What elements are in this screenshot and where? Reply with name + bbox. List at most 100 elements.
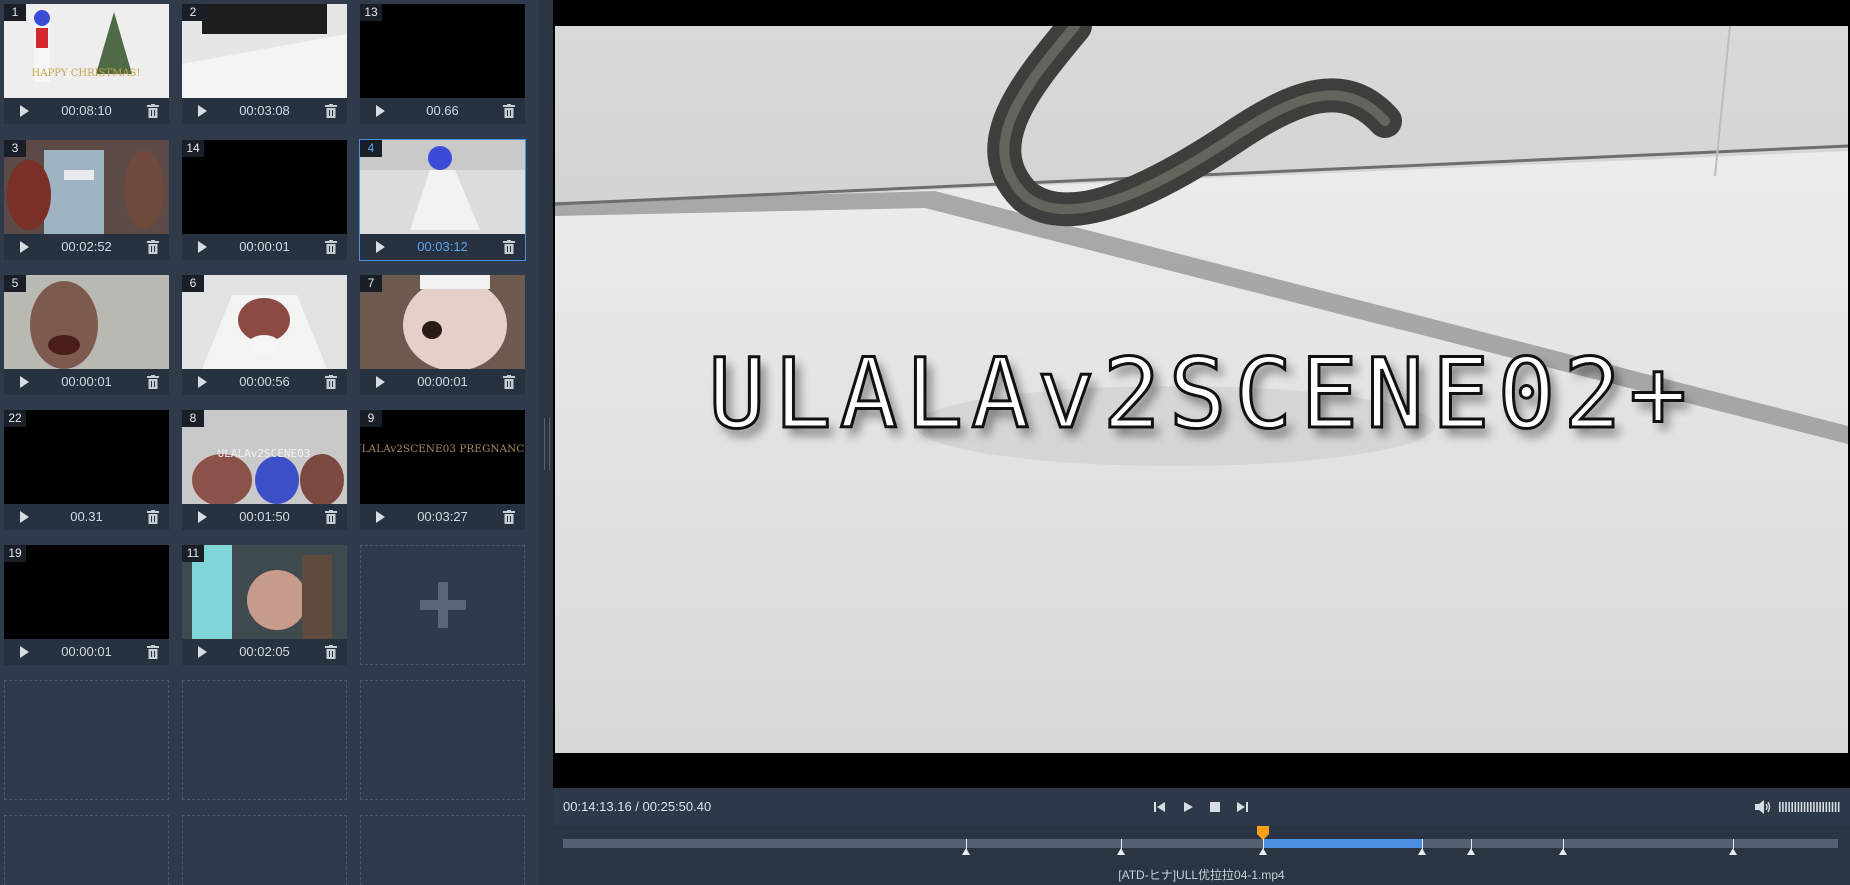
clip-number: 13 — [360, 4, 382, 21]
clip-card[interactable]: 7 00:00:01 — [360, 275, 525, 395]
trash-icon[interactable] — [147, 375, 159, 389]
volume-slider[interactable] — [1779, 802, 1841, 812]
clip-number: 1 — [4, 4, 26, 21]
clip-thumbnail[interactable]: ULALAv2SCENE03 — [182, 410, 347, 504]
trash-icon[interactable] — [503, 510, 515, 524]
clip-card[interactable]: 14 00:00:01 — [182, 140, 347, 260]
clip-thumbnail[interactable]: HAPPY CHRISTMAS! — [4, 4, 169, 98]
clip-card-selected[interactable]: 4 00:03:12 — [359, 139, 526, 261]
timeline-track[interactable] — [563, 839, 1838, 848]
timeline-marker[interactable] — [1117, 848, 1126, 855]
play-icon[interactable] — [198, 646, 207, 658]
clip-thumbnail[interactable] — [182, 545, 347, 639]
play-icon[interactable] — [1180, 799, 1196, 815]
clip-number: 4 — [360, 140, 382, 157]
clip-thumbnail[interactable] — [182, 140, 347, 234]
play-icon[interactable] — [20, 646, 29, 658]
trash-icon[interactable] — [325, 510, 337, 524]
clip-thumbnail[interactable] — [4, 275, 169, 369]
trash-icon[interactable] — [147, 240, 159, 254]
trash-icon[interactable] — [325, 240, 337, 254]
trash-icon[interactable] — [503, 104, 515, 118]
timeline-marker[interactable] — [1729, 848, 1738, 855]
clip-thumbnail[interactable] — [360, 275, 525, 369]
video-player[interactable]: ULALAv2SCENE02+ — [553, 0, 1850, 788]
play-icon[interactable] — [20, 241, 29, 253]
timeline-marker[interactable] — [1558, 848, 1567, 855]
panel-splitter[interactable] — [539, 0, 553, 885]
clip-thumbnail[interactable] — [4, 410, 169, 504]
clip-duration: 00:03:27 — [417, 509, 468, 524]
clip-duration: 00:02:52 — [61, 239, 112, 254]
clip-card[interactable]: ULALAv2SCENE03 8 00:01:50 — [182, 410, 347, 530]
clip-duration: 00:00:56 — [239, 374, 290, 389]
volume-level-bar — [1831, 802, 1834, 812]
clip-thumbnail[interactable]: ULALAv2SCENE03 PREGNANCY — [360, 410, 525, 504]
play-icon[interactable] — [198, 105, 207, 117]
clip-thumbnail[interactable] — [182, 4, 347, 98]
clip-card[interactable]: 13 00.66 — [360, 4, 525, 124]
clip-thumbnail[interactable] — [360, 140, 525, 234]
clip-thumbnail[interactable] — [4, 140, 169, 234]
play-icon[interactable] — [376, 511, 385, 523]
video-frame[interactable]: ULALAv2SCENE02+ — [555, 26, 1848, 753]
play-icon[interactable] — [376, 376, 385, 388]
volume-level-bar — [1813, 802, 1815, 812]
clip-thumbnail[interactable] — [182, 275, 347, 369]
volume-level-bar — [1816, 802, 1818, 812]
trash-icon[interactable] — [325, 104, 337, 118]
clip-duration: 00:00:01 — [61, 374, 112, 389]
timeline-selection[interactable] — [1262, 839, 1423, 848]
clip-card[interactable]: 19 00:00:01 — [4, 545, 169, 665]
plus-icon[interactable] — [419, 582, 466, 628]
clip-card[interactable]: 6 00:00:56 — [182, 275, 347, 395]
timeline-marker[interactable] — [1418, 848, 1427, 855]
volume-level-bar — [1819, 802, 1821, 812]
clip-number: 14 — [182, 140, 204, 157]
splitter-grip[interactable] — [544, 418, 550, 470]
timeline-marker[interactable] — [961, 848, 970, 855]
playhead-handle[interactable] — [1256, 826, 1269, 840]
clip-card[interactable]: 3 00:02:52 — [4, 140, 169, 260]
clip-thumbnail[interactable] — [360, 4, 525, 98]
volume-level-bar — [1834, 802, 1837, 812]
play-icon[interactable] — [198, 511, 207, 523]
play-icon[interactable] — [198, 241, 207, 253]
play-icon[interactable] — [376, 241, 385, 253]
stop-icon[interactable] — [1207, 799, 1223, 815]
trash-icon[interactable] — [503, 375, 515, 389]
clip-number: 5 — [4, 275, 26, 292]
video-overlay-title: ULALAv2SCENE02+ — [707, 337, 1695, 452]
volume-level-bar — [1785, 802, 1787, 812]
clip-card[interactable]: 2 00:03:08 — [182, 4, 347, 124]
empty-slot — [360, 680, 525, 800]
trash-icon[interactable] — [147, 510, 159, 524]
clip-card[interactable]: 5 00:00:01 — [4, 275, 169, 395]
clip-duration: 00:02:05 — [239, 644, 290, 659]
empty-slot — [360, 815, 525, 885]
trash-icon[interactable] — [147, 104, 159, 118]
timeline-marker[interactable] — [1466, 848, 1475, 855]
trash-icon[interactable] — [147, 645, 159, 659]
skip-next-icon[interactable] — [1234, 799, 1250, 815]
clip-card[interactable]: HAPPY CHRISTMAS! 1 00:08:10 — [4, 4, 169, 124]
volume-level-bar — [1794, 802, 1797, 812]
play-icon[interactable] — [20, 511, 29, 523]
clip-card[interactable]: ULALAv2SCENE03 PREGNANCY 9 00:03:27 — [360, 410, 525, 530]
add-clip-slot[interactable] — [360, 545, 525, 665]
play-icon[interactable] — [376, 105, 385, 117]
skip-previous-icon[interactable] — [1152, 799, 1168, 815]
play-icon[interactable] — [198, 376, 207, 388]
trash-icon[interactable] — [325, 375, 337, 389]
clip-card[interactable]: 11 00:02:05 — [182, 545, 347, 665]
volume-icon[interactable] — [1754, 799, 1772, 815]
play-icon[interactable] — [20, 105, 29, 117]
clip-card[interactable]: 22 00.31 — [4, 410, 169, 530]
timeline[interactable]: [ATD-ヒナ]ULL优拉拉04-1.mp4 — [553, 826, 1850, 885]
trash-icon[interactable] — [325, 645, 337, 659]
play-icon[interactable] — [20, 376, 29, 388]
volume-level-bar — [1828, 802, 1831, 812]
trash-icon[interactable] — [503, 240, 515, 254]
timeline-marker[interactable] — [1258, 848, 1267, 855]
clip-thumbnail[interactable] — [4, 545, 169, 639]
